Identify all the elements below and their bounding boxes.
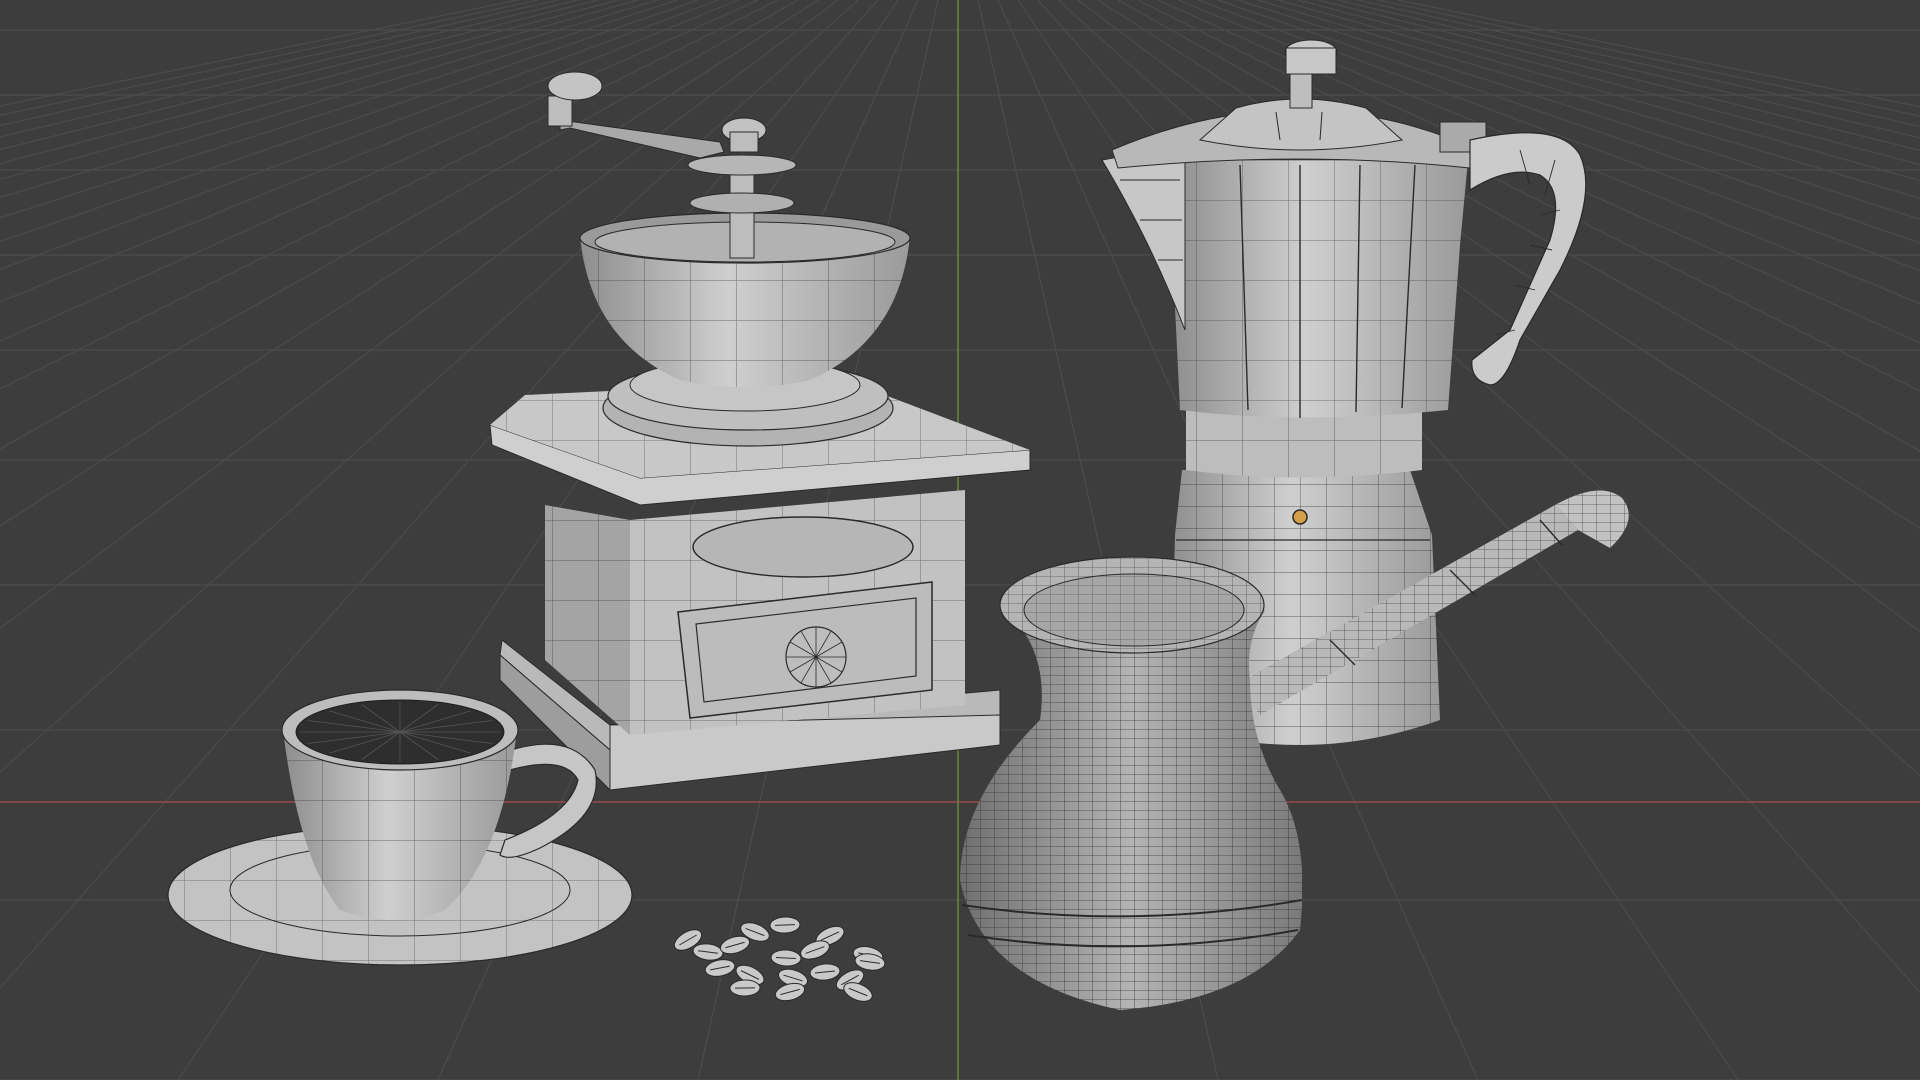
coffee-beans[interactable] <box>671 916 886 1005</box>
valve-icon <box>1292 509 1308 525</box>
3d-viewport[interactable] <box>0 0 1920 1080</box>
crank-knob-icon[interactable] <box>547 71 603 101</box>
grinder-plaque <box>692 516 914 578</box>
coffee-grinder[interactable] <box>489 71 1031 792</box>
bean-crease <box>774 924 796 926</box>
